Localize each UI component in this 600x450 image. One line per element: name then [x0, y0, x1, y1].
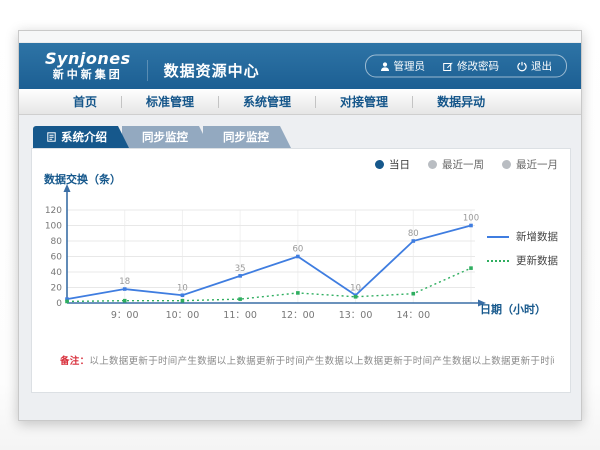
- radio-option-last-week[interactable]: 最近一周: [428, 157, 484, 172]
- svg-text:11：00: 11：00: [223, 310, 257, 321]
- line-chart: 0 20 40 60 80 100 120 9：00 10：00 11：00 12：00 13：00 1…: [37, 172, 497, 332]
- main-nav: 首页 标准管理 系统管理 对接管理 数据异动: [19, 89, 581, 115]
- user-icon: [380, 61, 390, 71]
- current-user-label: 管理员: [394, 59, 426, 74]
- svg-text:60: 60: [292, 245, 303, 255]
- window-top-strip: [19, 31, 581, 43]
- brand-logo: Synjones 新中新集团: [45, 51, 131, 80]
- chart-x-axis-title: 日期（小时）: [480, 301, 546, 317]
- legend-label: 更新数据: [516, 253, 558, 268]
- svg-text:9：00: 9：00: [111, 310, 139, 321]
- app-header: Synjones 新中新集团 数据资源中心 管理员 修改密码: [19, 43, 581, 89]
- power-icon: [517, 61, 527, 71]
- legend-line-sample: [487, 260, 509, 262]
- svg-text:12：00: 12：00: [281, 310, 315, 321]
- legend-item-update-data[interactable]: 更新数据: [487, 253, 558, 268]
- user-menu: 管理员 修改密码 退出: [365, 55, 568, 78]
- radio-label: 最近一周: [442, 157, 484, 172]
- svg-text:20: 20: [51, 284, 63, 294]
- logout-label: 退出: [531, 59, 552, 74]
- legend-item-new-data[interactable]: 新增数据: [487, 229, 558, 244]
- change-password-label: 修改密码: [457, 59, 499, 74]
- brand-logo-cn: 新中新集团: [53, 69, 123, 81]
- brand-logo-en: Synjones: [45, 51, 131, 68]
- footer-note-text: 以上数据更新于时间产生数据以上数据更新于时间产生数据以上数据更新于时间产生数据以…: [89, 356, 554, 367]
- edit-icon: [443, 61, 453, 71]
- tab-system-intro[interactable]: 系统介绍: [33, 126, 129, 148]
- svg-text:35: 35: [235, 264, 246, 274]
- time-range-filters: 当日 最近一周 最近一月: [375, 157, 558, 172]
- svg-text:120: 120: [45, 206, 62, 216]
- radio-option-last-month[interactable]: 最近一月: [502, 157, 558, 172]
- svg-text:14：00: 14：00: [396, 310, 430, 321]
- nav-item-system-mgmt[interactable]: 系统管理: [219, 93, 315, 110]
- svg-text:0: 0: [56, 299, 62, 309]
- svg-text:80: 80: [51, 237, 63, 247]
- current-user[interactable]: 管理员: [380, 59, 426, 74]
- tab-label: 同步监控: [223, 129, 269, 145]
- nav-item-home[interactable]: 首页: [49, 93, 121, 110]
- page-title: 数据资源中心: [147, 60, 260, 81]
- footer-note: 备注：以上数据更新于时间产生数据以上数据更新于时间产生数据以上数据更新于时间产生…: [60, 353, 554, 367]
- chart-legend: 新增数据 更新数据: [487, 229, 558, 268]
- svg-text:40: 40: [51, 268, 63, 278]
- footer-note-label: 备注：: [60, 356, 89, 367]
- radio-dot: [375, 160, 384, 169]
- nav-item-standard-mgmt[interactable]: 标准管理: [122, 93, 218, 110]
- radio-label: 当日: [389, 157, 410, 172]
- radio-dot: [502, 160, 511, 169]
- legend-line-sample: [487, 236, 509, 238]
- svg-text:13：00: 13：00: [339, 310, 373, 321]
- tab-content-panel: 当日 最近一周 最近一月 数据交换（条） 0204060801001209：00…: [31, 148, 571, 393]
- nav-item-data-change[interactable]: 数据异动: [413, 93, 509, 110]
- tab-label: 系统介绍: [61, 129, 107, 145]
- page: Synjones 新中新集团 数据资源中心 管理员 修改密码: [0, 0, 600, 450]
- tab-sync-monitor-2[interactable]: 同步监控: [203, 126, 291, 148]
- svg-text:10：00: 10：00: [166, 310, 200, 321]
- svg-text:10: 10: [350, 283, 361, 293]
- legend-label: 新增数据: [516, 229, 558, 244]
- radio-label: 最近一月: [516, 157, 558, 172]
- svg-text:18: 18: [119, 277, 130, 287]
- app-window: Synjones 新中新集团 数据资源中心 管理员 修改密码: [18, 30, 582, 421]
- logout-button[interactable]: 退出: [517, 59, 552, 74]
- change-password-button[interactable]: 修改密码: [443, 59, 499, 74]
- svg-text:10: 10: [177, 283, 188, 293]
- tab-sync-monitor-1[interactable]: 同步监控: [122, 126, 210, 148]
- nav-item-connect-mgmt[interactable]: 对接管理: [316, 93, 412, 110]
- tab-label: 同步监控: [142, 129, 188, 145]
- document-icon: [47, 132, 56, 142]
- radio-option-today[interactable]: 当日: [375, 157, 410, 172]
- svg-text:100: 100: [45, 222, 62, 232]
- svg-text:100: 100: [463, 214, 479, 224]
- radio-dot: [428, 160, 437, 169]
- svg-text:80: 80: [408, 229, 419, 239]
- tab-bar: 系统介绍 同步监控 同步监控: [33, 126, 581, 148]
- svg-text:60: 60: [51, 253, 63, 263]
